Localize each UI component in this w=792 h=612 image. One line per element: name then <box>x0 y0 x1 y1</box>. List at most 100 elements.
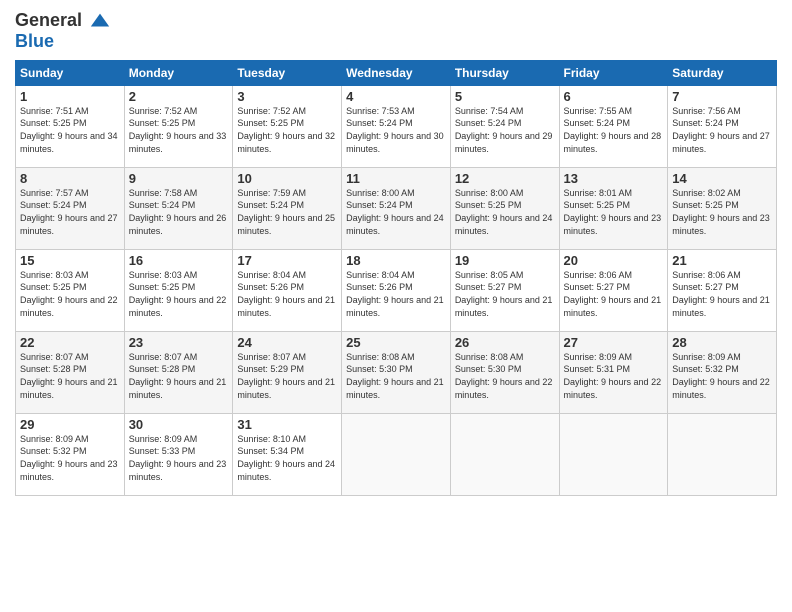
day-cell: 17 Sunrise: 8:04 AM Sunset: 5:26 PM Dayl… <box>233 249 342 331</box>
day-cell: 22 Sunrise: 8:07 AM Sunset: 5:28 PM Dayl… <box>16 331 125 413</box>
day-number: 3 <box>237 89 337 104</box>
week-row-3: 15 Sunrise: 8:03 AM Sunset: 5:25 PM Dayl… <box>16 249 777 331</box>
day-number: 20 <box>564 253 664 268</box>
day-info: Sunrise: 7:58 AM Sunset: 5:24 PM Dayligh… <box>129 187 229 237</box>
logo-blue-text: Blue <box>15 31 54 51</box>
day-cell <box>342 413 451 495</box>
day-info: Sunrise: 7:56 AM Sunset: 5:24 PM Dayligh… <box>672 105 772 155</box>
day-info: Sunrise: 8:08 AM Sunset: 5:30 PM Dayligh… <box>346 351 446 401</box>
day-number: 25 <box>346 335 446 350</box>
header-cell-monday: Monday <box>124 60 233 85</box>
day-cell: 9 Sunrise: 7:58 AM Sunset: 5:24 PM Dayli… <box>124 167 233 249</box>
day-info: Sunrise: 7:57 AM Sunset: 5:24 PM Dayligh… <box>20 187 120 237</box>
day-cell <box>559 413 668 495</box>
calendar-table: SundayMondayTuesdayWednesdayThursdayFrid… <box>15 60 777 496</box>
header-cell-tuesday: Tuesday <box>233 60 342 85</box>
day-cell <box>668 413 777 495</box>
day-number: 13 <box>564 171 664 186</box>
day-info: Sunrise: 8:09 AM Sunset: 5:32 PM Dayligh… <box>20 433 120 483</box>
day-info: Sunrise: 8:09 AM Sunset: 5:32 PM Dayligh… <box>672 351 772 401</box>
day-number: 24 <box>237 335 337 350</box>
week-row-1: 1 Sunrise: 7:51 AM Sunset: 5:25 PM Dayli… <box>16 85 777 167</box>
day-number: 17 <box>237 253 337 268</box>
week-row-5: 29 Sunrise: 8:09 AM Sunset: 5:32 PM Dayl… <box>16 413 777 495</box>
day-cell <box>450 413 559 495</box>
day-number: 11 <box>346 171 446 186</box>
day-number: 18 <box>346 253 446 268</box>
header-cell-wednesday: Wednesday <box>342 60 451 85</box>
header-cell-thursday: Thursday <box>450 60 559 85</box>
day-info: Sunrise: 8:04 AM Sunset: 5:26 PM Dayligh… <box>346 269 446 319</box>
day-number: 26 <box>455 335 555 350</box>
day-number: 23 <box>129 335 229 350</box>
day-number: 15 <box>20 253 120 268</box>
day-cell: 25 Sunrise: 8:08 AM Sunset: 5:30 PM Dayl… <box>342 331 451 413</box>
day-cell: 27 Sunrise: 8:09 AM Sunset: 5:31 PM Dayl… <box>559 331 668 413</box>
day-number: 4 <box>346 89 446 104</box>
logo-icon <box>89 10 111 32</box>
day-info: Sunrise: 8:09 AM Sunset: 5:31 PM Dayligh… <box>564 351 664 401</box>
day-cell: 10 Sunrise: 7:59 AM Sunset: 5:24 PM Dayl… <box>233 167 342 249</box>
day-number: 2 <box>129 89 229 104</box>
week-row-4: 22 Sunrise: 8:07 AM Sunset: 5:28 PM Dayl… <box>16 331 777 413</box>
day-cell: 18 Sunrise: 8:04 AM Sunset: 5:26 PM Dayl… <box>342 249 451 331</box>
day-cell: 5 Sunrise: 7:54 AM Sunset: 5:24 PM Dayli… <box>450 85 559 167</box>
day-cell: 1 Sunrise: 7:51 AM Sunset: 5:25 PM Dayli… <box>16 85 125 167</box>
logo: General Blue <box>15 10 111 52</box>
day-info: Sunrise: 8:07 AM Sunset: 5:28 PM Dayligh… <box>129 351 229 401</box>
day-info: Sunrise: 8:00 AM Sunset: 5:25 PM Dayligh… <box>455 187 555 237</box>
day-info: Sunrise: 8:06 AM Sunset: 5:27 PM Dayligh… <box>564 269 664 319</box>
day-info: Sunrise: 8:03 AM Sunset: 5:25 PM Dayligh… <box>20 269 120 319</box>
day-info: Sunrise: 8:07 AM Sunset: 5:29 PM Dayligh… <box>237 351 337 401</box>
day-cell: 21 Sunrise: 8:06 AM Sunset: 5:27 PM Dayl… <box>668 249 777 331</box>
header: General Blue <box>15 10 777 52</box>
day-cell: 8 Sunrise: 7:57 AM Sunset: 5:24 PM Dayli… <box>16 167 125 249</box>
day-cell: 4 Sunrise: 7:53 AM Sunset: 5:24 PM Dayli… <box>342 85 451 167</box>
day-info: Sunrise: 8:07 AM Sunset: 5:28 PM Dayligh… <box>20 351 120 401</box>
page: General Blue SundayMondayTuesdayWednesda… <box>0 0 792 612</box>
day-number: 9 <box>129 171 229 186</box>
day-cell: 28 Sunrise: 8:09 AM Sunset: 5:32 PM Dayl… <box>668 331 777 413</box>
day-number: 19 <box>455 253 555 268</box>
day-cell: 26 Sunrise: 8:08 AM Sunset: 5:30 PM Dayl… <box>450 331 559 413</box>
day-number: 27 <box>564 335 664 350</box>
day-info: Sunrise: 7:59 AM Sunset: 5:24 PM Dayligh… <box>237 187 337 237</box>
day-number: 21 <box>672 253 772 268</box>
day-cell: 14 Sunrise: 8:02 AM Sunset: 5:25 PM Dayl… <box>668 167 777 249</box>
day-cell: 15 Sunrise: 8:03 AM Sunset: 5:25 PM Dayl… <box>16 249 125 331</box>
day-info: Sunrise: 8:09 AM Sunset: 5:33 PM Dayligh… <box>129 433 229 483</box>
day-cell: 2 Sunrise: 7:52 AM Sunset: 5:25 PM Dayli… <box>124 85 233 167</box>
day-cell: 31 Sunrise: 8:10 AM Sunset: 5:34 PM Dayl… <box>233 413 342 495</box>
week-row-2: 8 Sunrise: 7:57 AM Sunset: 5:24 PM Dayli… <box>16 167 777 249</box>
header-cell-friday: Friday <box>559 60 668 85</box>
day-info: Sunrise: 8:05 AM Sunset: 5:27 PM Dayligh… <box>455 269 555 319</box>
day-cell: 11 Sunrise: 8:00 AM Sunset: 5:24 PM Dayl… <box>342 167 451 249</box>
day-cell: 20 Sunrise: 8:06 AM Sunset: 5:27 PM Dayl… <box>559 249 668 331</box>
day-cell: 24 Sunrise: 8:07 AM Sunset: 5:29 PM Dayl… <box>233 331 342 413</box>
day-info: Sunrise: 7:51 AM Sunset: 5:25 PM Dayligh… <box>20 105 120 155</box>
day-cell: 19 Sunrise: 8:05 AM Sunset: 5:27 PM Dayl… <box>450 249 559 331</box>
day-cell: 12 Sunrise: 8:00 AM Sunset: 5:25 PM Dayl… <box>450 167 559 249</box>
day-info: Sunrise: 8:00 AM Sunset: 5:24 PM Dayligh… <box>346 187 446 237</box>
day-info: Sunrise: 7:52 AM Sunset: 5:25 PM Dayligh… <box>129 105 229 155</box>
day-cell: 23 Sunrise: 8:07 AM Sunset: 5:28 PM Dayl… <box>124 331 233 413</box>
day-number: 28 <box>672 335 772 350</box>
day-info: Sunrise: 8:01 AM Sunset: 5:25 PM Dayligh… <box>564 187 664 237</box>
day-info: Sunrise: 8:08 AM Sunset: 5:30 PM Dayligh… <box>455 351 555 401</box>
day-info: Sunrise: 8:03 AM Sunset: 5:25 PM Dayligh… <box>129 269 229 319</box>
day-number: 14 <box>672 171 772 186</box>
day-number: 7 <box>672 89 772 104</box>
day-number: 8 <box>20 171 120 186</box>
day-cell: 3 Sunrise: 7:52 AM Sunset: 5:25 PM Dayli… <box>233 85 342 167</box>
header-row: SundayMondayTuesdayWednesdayThursdayFrid… <box>16 60 777 85</box>
day-info: Sunrise: 8:02 AM Sunset: 5:25 PM Dayligh… <box>672 187 772 237</box>
day-cell: 30 Sunrise: 8:09 AM Sunset: 5:33 PM Dayl… <box>124 413 233 495</box>
day-info: Sunrise: 7:53 AM Sunset: 5:24 PM Dayligh… <box>346 105 446 155</box>
day-number: 16 <box>129 253 229 268</box>
day-number: 22 <box>20 335 120 350</box>
day-number: 10 <box>237 171 337 186</box>
day-number: 31 <box>237 417 337 432</box>
day-number: 12 <box>455 171 555 186</box>
day-cell: 16 Sunrise: 8:03 AM Sunset: 5:25 PM Dayl… <box>124 249 233 331</box>
day-number: 6 <box>564 89 664 104</box>
